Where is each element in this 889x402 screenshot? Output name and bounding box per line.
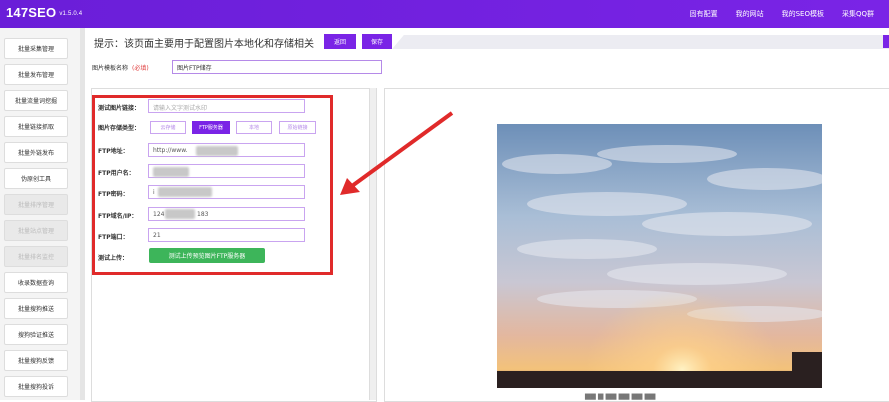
- template-name-input[interactable]: 图片FTP储存: [172, 60, 382, 74]
- app-version: v1.5.0.4: [59, 10, 83, 17]
- sidebar-item[interactable]: 搜狗验证推送: [4, 324, 68, 345]
- corner-button[interactable]: [883, 35, 889, 48]
- sidebar-item[interactable]: 批量采集管理: [4, 38, 68, 59]
- sidebar-item[interactable]: 批量搜狗投诉: [4, 376, 68, 397]
- highlight-box: [92, 95, 333, 275]
- preview-image: [497, 124, 822, 388]
- nav-seo-templates[interactable]: 我的SEO模板: [773, 9, 833, 19]
- template-name-row: 图片模板名称 (必填): [92, 60, 149, 74]
- nav-qq-group[interactable]: 采集QQ群: [833, 9, 883, 19]
- sidebar-item[interactable]: 批量发布管理: [4, 64, 68, 85]
- sidebar-item[interactable]: 批量流量词挖掘: [4, 90, 68, 111]
- app-logo[interactable]: 147SEO v1.5.0.4: [6, 5, 82, 20]
- sidebar-item[interactable]: 批量搜狗反馈: [4, 350, 68, 371]
- sidebar-item[interactable]: 收录数据查询: [4, 272, 68, 293]
- save-button[interactable]: 保存: [362, 34, 392, 49]
- sidebar-item[interactable]: 批量排名监控: [4, 246, 68, 267]
- required-mark: (必填): [132, 64, 149, 72]
- nav-fixed-config[interactable]: 固有配置: [681, 9, 727, 19]
- preview-caption-blurred: ▆▆ ▆ ▆▆ ▆▆ ▆▆ ▆▆: [585, 392, 656, 400]
- app-name: 147SEO: [6, 5, 57, 20]
- form-panel-scrollbar[interactable]: [369, 88, 376, 400]
- tip-text: 提示：该页面主要用于配置图片本地化和存储相关: [94, 39, 314, 50]
- sidebar-scrollbar[interactable]: [80, 28, 85, 400]
- sidebar-item[interactable]: 批量站点管理: [4, 220, 68, 241]
- template-name-label: 图片模板名称: [92, 64, 129, 72]
- sidebar-item[interactable]: 批量链接抓取: [4, 116, 68, 137]
- nav-my-sites[interactable]: 我的网站: [727, 9, 773, 19]
- tip-bar: 提示：该页面主要用于配置图片本地化和存储相关: [88, 31, 889, 53]
- back-button[interactable]: 返回: [324, 34, 356, 49]
- sidebar-item[interactable]: 批量排序管理: [4, 194, 68, 215]
- sidebar-item[interactable]: 批量外链发布: [4, 142, 68, 163]
- top-nav: 固有配置 我的网站 我的SEO模板 采集QQ群: [681, 0, 883, 28]
- sidebar-item[interactable]: 批量搜狗推送: [4, 298, 68, 319]
- sidebar-item[interactable]: 伪原创工具: [4, 168, 68, 189]
- top-bar: 147SEO v1.5.0.4 固有配置 我的网站 我的SEO模板 采集QQ群: [0, 0, 889, 28]
